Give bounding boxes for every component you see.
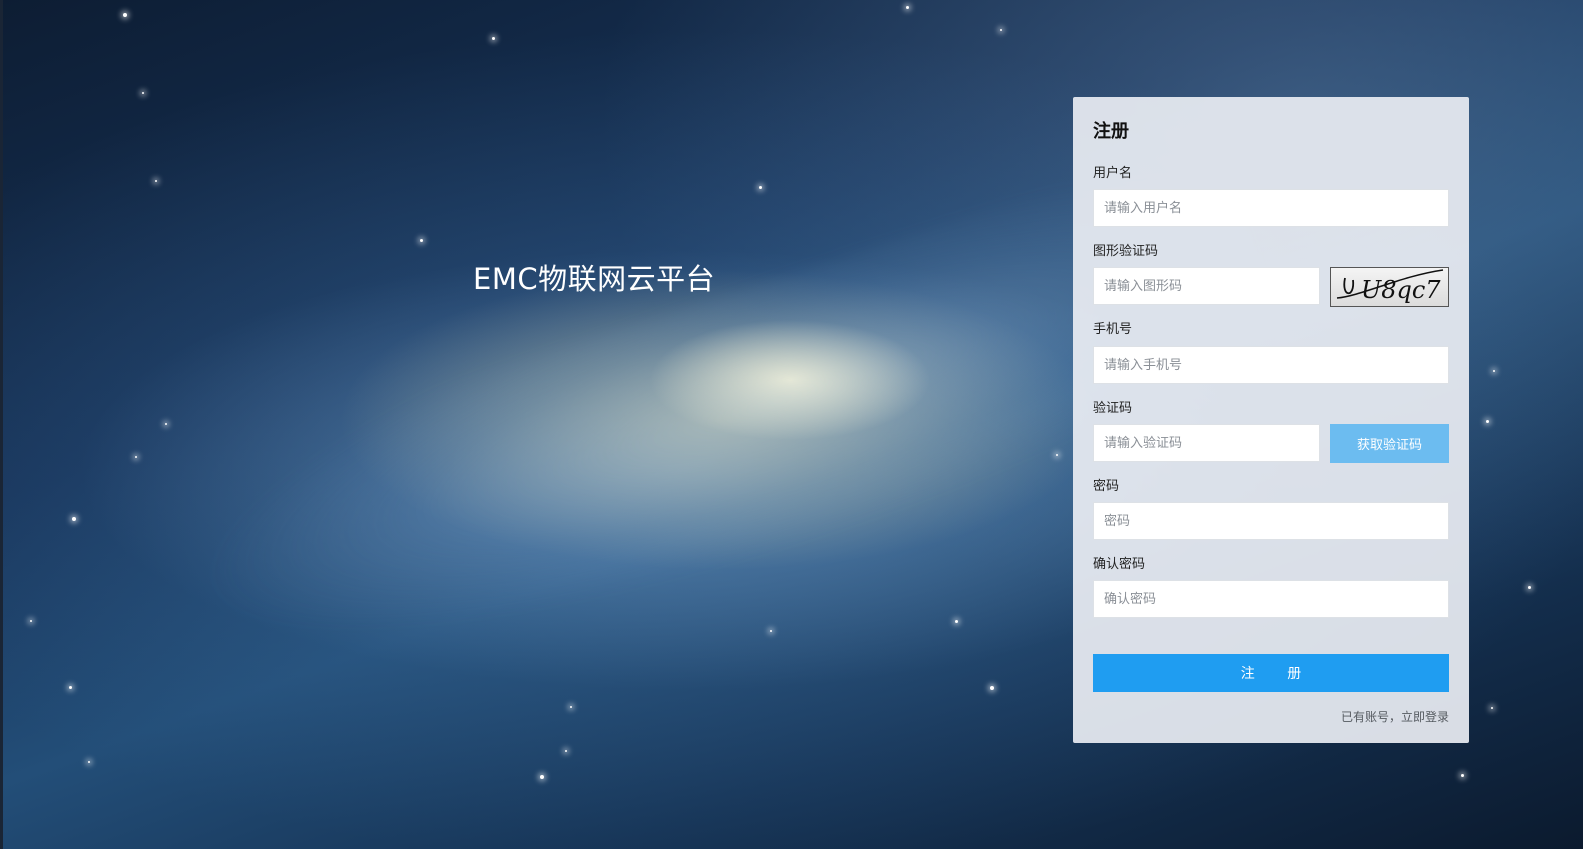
star [1486, 420, 1489, 423]
star [759, 186, 762, 189]
get-sms-code-button[interactable]: 获取验证码 [1330, 424, 1449, 463]
phone-input[interactable] [1093, 346, 1449, 384]
star [30, 620, 32, 622]
register-button[interactable]: 注 册 [1093, 654, 1449, 692]
confirm-password-input[interactable] [1093, 580, 1449, 618]
captcha-noise-line [1343, 277, 1354, 295]
star [1000, 29, 1002, 31]
star [990, 686, 994, 690]
phone-label: 手机号 [1093, 322, 1133, 337]
star [906, 6, 909, 9]
platform-title: EMC物联网云平台 [473, 262, 716, 296]
username-label: 用户名 [1093, 166, 1133, 181]
star [69, 686, 72, 689]
password-label: 密码 [1093, 479, 1120, 494]
register-page: EMC物联网云平台 注册 用户名 图形验证码 U8qc7 手机号 验证码 获取验… [0, 0, 1583, 849]
star [492, 37, 495, 40]
username-input[interactable] [1093, 189, 1449, 227]
star [565, 750, 567, 752]
star [155, 180, 157, 182]
star [1056, 454, 1058, 456]
captcha-image[interactable]: U8qc7 [1330, 267, 1449, 307]
captcha-text: U8qc7 [1361, 276, 1441, 304]
sms-code-label: 验证码 [1093, 401, 1133, 416]
star [1528, 586, 1531, 589]
password-input[interactable] [1093, 502, 1449, 540]
confirm-password-label: 确认密码 [1093, 557, 1146, 572]
star [420, 239, 423, 242]
star [955, 620, 958, 623]
star [72, 517, 76, 521]
star [142, 92, 144, 94]
register-form: 注册 用户名 图形验证码 U8qc7 手机号 验证码 获取验证码 密码 确认密码… [1073, 97, 1469, 743]
star [135, 456, 137, 458]
star [540, 775, 544, 779]
image-captcha-input[interactable] [1093, 267, 1320, 305]
sms-code-input[interactable] [1093, 424, 1320, 462]
star [570, 706, 572, 708]
form-heading: 注册 [1093, 121, 1129, 142]
star [1491, 707, 1493, 709]
star [88, 761, 90, 763]
star [1493, 370, 1495, 372]
star [1461, 774, 1464, 777]
star [770, 630, 772, 632]
login-link[interactable]: 已有账号，立即登录 [1341, 708, 1449, 725]
star [165, 423, 167, 425]
star [123, 13, 127, 17]
image-captcha-label: 图形验证码 [1093, 244, 1159, 259]
